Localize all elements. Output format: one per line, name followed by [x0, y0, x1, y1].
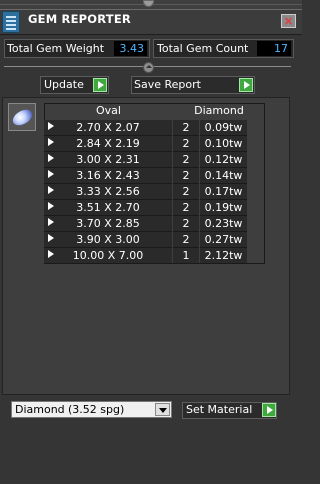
- size-cell: 2.70 X 2.07: [44, 120, 172, 136]
- quantity-cell: 2: [173, 152, 199, 168]
- update-button-label: Update: [44, 78, 84, 91]
- table-row: 3.90 X 3.00 2 0.27tw: [44, 232, 265, 248]
- collapse-handle[interactable]: [143, 62, 154, 73]
- size-cell: 3.90 X 3.00: [44, 232, 172, 248]
- close-icon[interactable]: ×: [281, 14, 296, 28]
- total-weight-value: 3.43: [114, 41, 147, 56]
- table-row: 3.51 X 2.70 2 0.19tw: [44, 200, 265, 216]
- table-row: 3.70 X 2.85 2 0.23tw: [44, 216, 265, 232]
- quantity-cell: 2: [173, 184, 199, 200]
- set-material-label: Set Material: [186, 403, 253, 416]
- shape-header: Oval: [45, 104, 172, 118]
- quantity-cell: 2: [173, 232, 199, 248]
- size-cell: 3.70 X 2.85: [44, 216, 172, 232]
- window-title: GEM REPORTER: [28, 12, 131, 26]
- size-cell: 3.51 X 2.70: [44, 200, 172, 216]
- size-cell: 2.84 X 2.19: [44, 136, 172, 152]
- size-cell: 3.00 X 2.31: [44, 152, 172, 168]
- save-report-button-label: Save Report: [134, 78, 201, 91]
- set-material-arrow-icon[interactable]: [262, 403, 276, 417]
- report-icon: [2, 11, 20, 33]
- table-row: 3.00 X 2.31 2 0.12tw: [44, 152, 265, 168]
- weight-cell: 2.12tw: [200, 248, 247, 264]
- table-row: 2.70 X 2.07 2 0.09tw: [44, 120, 265, 136]
- weight-cell: 0.10tw: [200, 136, 247, 152]
- chevron-down-icon[interactable]: [155, 403, 170, 416]
- table-row: 3.33 X 2.56 2 0.17tw: [44, 184, 265, 200]
- quantity-cell: 2: [173, 200, 199, 216]
- oval-gem-icon[interactable]: [8, 103, 36, 131]
- weight-cell: 0.09tw: [200, 120, 247, 136]
- table-row: 2.84 X 2.19 2 0.10tw: [44, 136, 265, 152]
- size-cell: 10.00 X 7.00: [44, 248, 172, 264]
- material-spg: (3.52 spg): [68, 403, 125, 416]
- update-arrow-icon[interactable]: [93, 78, 107, 92]
- material-header: Diamond: [174, 104, 264, 118]
- table-row: 3.16 X 2.43 2 0.14tw: [44, 168, 265, 184]
- weight-cell: 0.23tw: [200, 216, 247, 232]
- quantity-cell: 2: [173, 168, 199, 184]
- material-name: Diamond: [15, 403, 65, 416]
- total-weight-label: Total Gem Weight: [7, 42, 105, 55]
- weight-cell: 0.17tw: [200, 184, 247, 200]
- weight-cell: 0.14tw: [200, 168, 247, 184]
- quantity-cell: 2: [173, 216, 199, 232]
- weight-cell: 0.27tw: [200, 232, 247, 248]
- size-cell: 3.33 X 2.56: [44, 184, 172, 200]
- quantity-cell: 1: [173, 248, 199, 264]
- weight-cell: 0.19tw: [200, 200, 247, 216]
- size-cell: 3.16 X 2.43: [44, 168, 172, 184]
- table-row: 10.00 X 7.00 1 2.12tw: [44, 248, 265, 264]
- weight-cell: 0.12tw: [200, 152, 247, 168]
- quantity-cell: 2: [173, 120, 199, 136]
- quantity-cell: 2: [173, 136, 199, 152]
- total-count-value: 17: [257, 41, 291, 56]
- save-report-arrow-icon[interactable]: [239, 78, 253, 92]
- total-count-label: Total Gem Count: [157, 42, 249, 55]
